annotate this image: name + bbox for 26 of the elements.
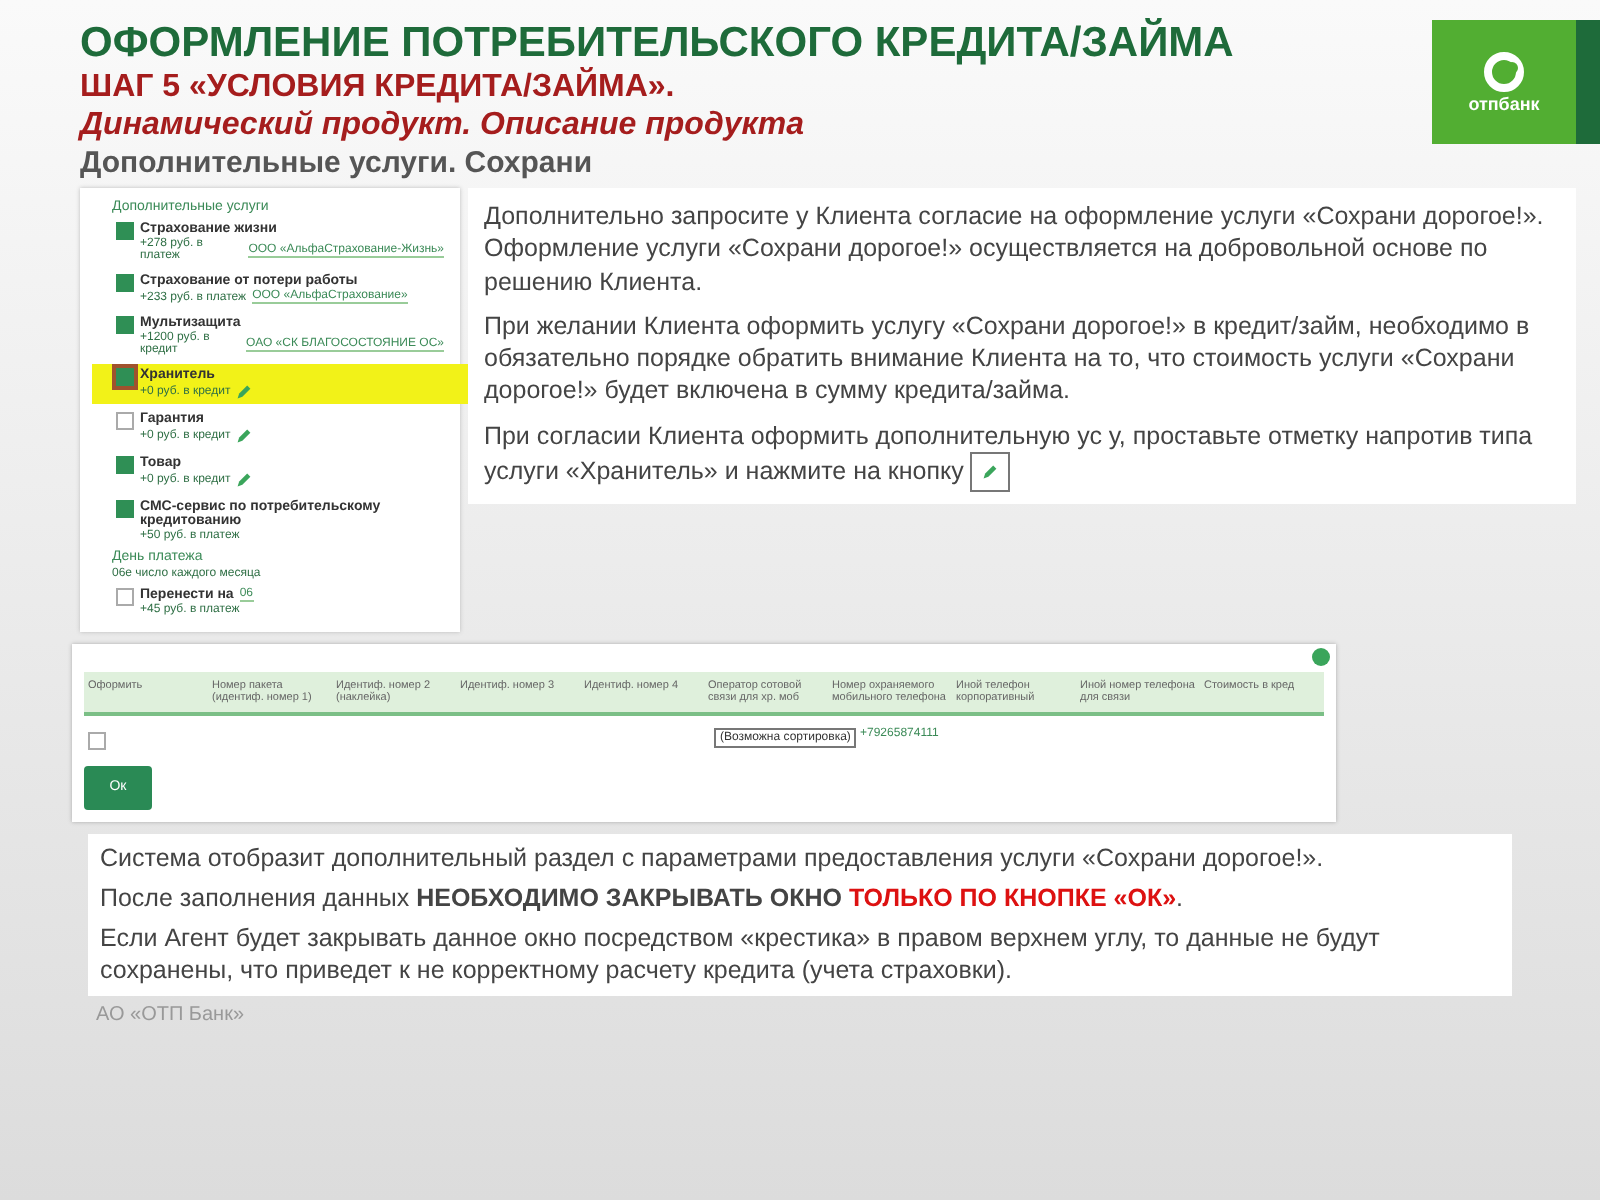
instruction-text: При желании Клиента оформить услугу «Сохрани дорогое!» в кредит/займ, необходимо в обязательно порядке обратить внимание Клиента на то, что стоимость услуги «Сохрани дорогое!» будет включена в сумму кредита/займа. xyxy=(484,309,1532,407)
slide-title: ОФОРМЛЕНИЕ ПОТРЕБИТЕЛЬСКОГО КРЕДИТА/ЗАЙМА xyxy=(80,20,1234,67)
checkbox[interactable] xyxy=(116,500,134,518)
checkbox[interactable] xyxy=(116,588,134,606)
checkbox[interactable] xyxy=(88,731,106,749)
pencil-icon xyxy=(236,472,253,488)
pencil-icon xyxy=(236,428,253,444)
logo-mark-icon xyxy=(1482,50,1526,94)
section-heading: Дополнительные услуги. Сохрани xyxy=(80,146,595,180)
subtitle: Динамический продукт. Описание продукта xyxy=(80,108,806,144)
instruction-text: При согласии Клиента оформить дополнительную ус у, проставьте отметку напротив типа услуги «Хранитель» и нажмите на кнопку xyxy=(484,419,1560,492)
checkbox[interactable] xyxy=(116,368,134,386)
instruction-text: Дополнительно запросите у Клиента согласие на оформление услуги «Сохрани дорогое!». Оформление услуги «Сохрани дорогое!» осуществляется на добровольной основе по решению Клиента. xyxy=(484,200,1546,298)
note-text: Система отобразит дополнительный раздел с параметрами предоставления услуги «Сохрани дорогое!». xyxy=(100,841,1326,874)
checkbox[interactable] xyxy=(116,222,134,240)
note-text: Если Агент будет закрывать данное окно посредством «крестика» в правом верхнем углу, то данные не будут сохранены, что приведет к не корректному расчету кредита (учета страховки). xyxy=(100,922,1382,987)
pencil-icon xyxy=(236,384,253,400)
checkbox[interactable] xyxy=(116,274,134,292)
footer-text: АО «ОТП Банк» xyxy=(96,1003,247,1025)
logo-text: отпбанк xyxy=(1468,94,1540,114)
note-text: После заполнения данных НЕОБХОДИМО ЗАКРЫВАТЬ ОКНО ТОЛЬКО ПО КНОПКЕ «ОК». xyxy=(100,881,1186,914)
checkbox[interactable] xyxy=(116,316,134,334)
checkbox[interactable] xyxy=(116,412,134,430)
pencil-icon xyxy=(982,463,999,480)
checkbox[interactable] xyxy=(116,456,134,474)
step-heading: ШАГ 5 «УСЛОВИЯ КРЕДИТА/ЗАЙМА». xyxy=(80,70,677,106)
